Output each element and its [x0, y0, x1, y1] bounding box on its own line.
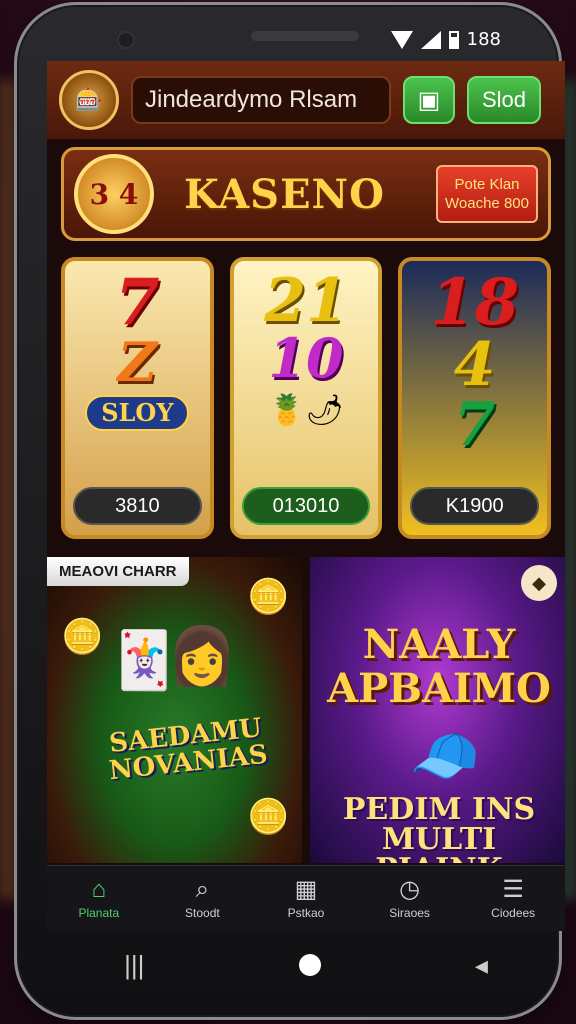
earpiece-speaker — [251, 31, 359, 41]
slot-reels: 7 Z SLOY 3810 21 10 🍍🌶 013010 18 4 7 K19… — [61, 257, 552, 539]
promo-line-2: Woache 800 — [445, 195, 529, 212]
reel-symbol-mid: Z — [117, 330, 158, 394]
casino-badge-icon[interactable]: 🎰 — [59, 70, 119, 130]
reel-symbol-mid: 4 — [453, 330, 496, 400]
status-bar: 188 — [390, 29, 501, 50]
dealer-avatar: 👩 — [167, 624, 237, 687]
signal-icon — [420, 30, 441, 49]
card-title: NAALY APBAIMO — [327, 621, 551, 712]
player-avatar: 🧢 — [410, 724, 480, 787]
hero-banner[interactable]: 3 4 KASENO Pote Klan Woache 800 — [61, 147, 551, 241]
home-button[interactable] — [298, 954, 321, 976]
nav-item-home[interactable]: ⌂ Planata — [51, 875, 147, 920]
status-time: 188 — [466, 29, 501, 50]
front-camera — [117, 31, 135, 49]
reel-symbol-top: 7 — [115, 265, 160, 340]
wifi-icon — [390, 30, 413, 49]
nav-label: Siraoes — [389, 905, 430, 920]
reel-value: 3810 — [73, 487, 202, 525]
chip-icon: 🪙 — [247, 578, 290, 616]
reel-symbol-top: 21 — [264, 266, 348, 336]
app-screen: 🎰 Jindeardymo Rlsam ▣ Slod 3 4 KASENO Po… — [47, 61, 565, 931]
system-navigation-bar: ||| ◂ — [47, 935, 565, 995]
card-label: MEAOVI CHARR — [47, 557, 189, 586]
nav-item-history[interactable]: ◷ Siraoes — [362, 875, 458, 920]
reel-value: K1900 — [410, 487, 540, 525]
clock-icon: ◷ — [399, 875, 421, 903]
fruit-icon: 🍍🌶 — [268, 394, 344, 427]
battery-icon — [448, 30, 459, 49]
reel-symbol-label: SLOY — [85, 395, 190, 431]
nav-label: Stoodt — [185, 905, 220, 920]
nav-item-slots[interactable]: ▦ Pstkao — [258, 875, 354, 920]
promo-line-1: Pote Klan — [454, 175, 520, 193]
chat-button[interactable]: ▣ — [403, 76, 455, 124]
nav-item-search[interactable]: ⌕ Stoodt — [154, 875, 250, 920]
nav-item-menu[interactable]: ☰ Ciodees — [465, 875, 561, 920]
chip-icon: 🪙 — [247, 798, 290, 836]
recent-apps-button[interactable]: ||| — [124, 950, 144, 981]
badge-icon[interactable]: ◆ — [521, 565, 557, 601]
search-input[interactable]: Jindeardymo Rlsam — [131, 76, 391, 124]
search-icon: ⌕ — [195, 875, 210, 903]
card-subtitle: PEDIM INS MULTI PIAINK — [342, 792, 536, 864]
reel-card[interactable]: 21 10 🍍🌶 013010 — [229, 257, 383, 539]
home-icon: ⌂ — [91, 875, 107, 903]
reel-card[interactable]: 7 Z SLOY 3810 — [61, 257, 214, 539]
chat-icon: ▣ — [417, 86, 441, 114]
promo-button[interactable]: Pote Klan Woache 800 — [436, 165, 538, 223]
slot-machine-icon: ▦ — [294, 875, 318, 903]
slot-button[interactable]: Slod — [467, 76, 541, 124]
nav-label: Planata — [78, 905, 120, 920]
card-title: SAEDAMU NOVANIAS — [107, 713, 270, 787]
reel-symbol-bottom: 7 — [453, 390, 496, 460]
reel-value: 013010 — [241, 487, 371, 525]
game-cards: MEAOVI CHARR 🪙 🪙 🃏 👩 SAEDAMU NOVANIAS 🪙 … — [47, 557, 565, 863]
bottom-navigation: ⌂ Planata ⌕ Stoodt ▦ Pstkao ◷ Siraoes ☰ … — [47, 865, 565, 931]
reel-card[interactable]: 18 4 7 K1900 — [398, 257, 552, 539]
menu-icon: ☰ — [502, 875, 524, 903]
nav-label: Pstkao — [287, 905, 325, 920]
app-header: 🎰 Jindeardymo Rlsam ▣ Slod — [47, 61, 565, 139]
game-card-multiplayer[interactable]: ◆ NAALY APBAIMO 🧢 PEDIM INS MULTI PIAINK — [310, 557, 565, 863]
nav-label: Ciodees — [491, 905, 536, 920]
banner-chip: 3 4 — [74, 154, 154, 234]
reel-symbol-mid: 10 — [268, 326, 344, 390]
banner-title: KASENO — [184, 170, 385, 218]
phone-frame: 188 🎰 Jindeardymo Rlsam ▣ Slod 3 4 KASEN… — [14, 2, 565, 1020]
chip-icon: 🪙 — [61, 618, 104, 656]
reel-symbol-top: 18 — [430, 265, 520, 340]
game-card-poker[interactable]: MEAOVI CHARR 🪙 🪙 🃏 👩 SAEDAMU NOVANIAS 🪙 — [47, 557, 302, 863]
back-button[interactable]: ◂ — [475, 950, 488, 981]
